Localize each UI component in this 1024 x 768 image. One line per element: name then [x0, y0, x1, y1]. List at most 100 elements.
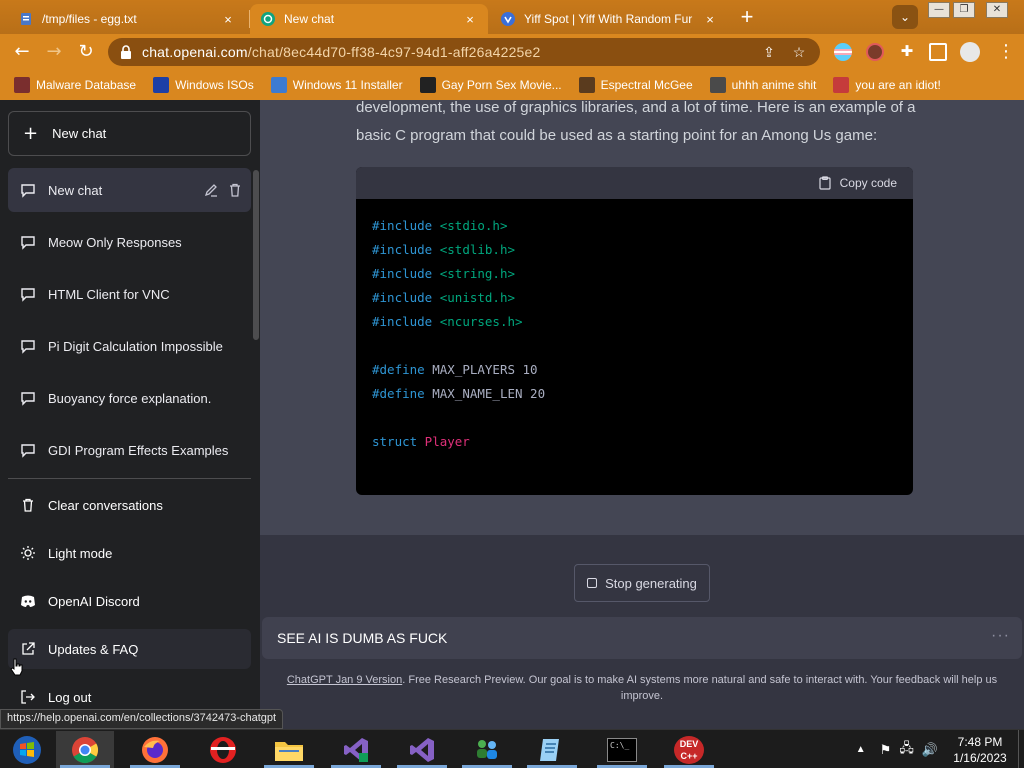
delete-trash-icon[interactable] — [227, 182, 243, 198]
volume-icon[interactable]: 🔊 — [922, 742, 938, 758]
code-line: #define MAX_PLAYERS 10 — [372, 358, 897, 382]
profile-avatar-icon[interactable] — [960, 42, 980, 62]
firefox-app[interactable] — [126, 731, 184, 768]
back-arrow-icon[interactable]: ← — [10, 40, 34, 64]
tab-search-button[interactable]: ⌄ — [892, 5, 918, 29]
light-mode-button[interactable]: Light mode — [8, 533, 251, 573]
bookmark-malware-database[interactable]: Malware Database — [14, 77, 136, 93]
code-token: #include — [372, 218, 433, 233]
show-desktop-button[interactable] — [1018, 730, 1024, 768]
logout-icon — [21, 690, 35, 704]
code-token: <stdlib.h> — [432, 242, 516, 257]
reload-icon[interactable]: ↻ — [74, 40, 98, 64]
new-chat-label: New chat — [52, 126, 107, 141]
minimize-button[interactable]: — — [928, 2, 950, 18]
clear-conversations-button[interactable]: Clear conversations — [8, 485, 251, 525]
bookmark-you-are-an-idiot[interactable]: you are an idiot! — [833, 77, 941, 93]
tab-title: /tmp/files - egg.txt — [42, 12, 137, 26]
conversation-item[interactable]: GDI Program Effects Examples — [8, 428, 251, 472]
notepad-app[interactable] — [523, 731, 581, 768]
version-link[interactable]: ChatGPT Jan 9 Version — [287, 674, 402, 686]
firefox-icon — [142, 736, 168, 763]
kebab-menu-icon[interactable]: ⋮ — [994, 40, 1018, 64]
tab-egg-txt[interactable]: /tmp/files - egg.txt × — [8, 4, 246, 34]
new-chat-button[interactable]: + New chat — [8, 111, 251, 156]
bookmark-favicon-icon — [833, 77, 850, 93]
openai-logo-icon — [261, 12, 275, 26]
openai-discord-link[interactable]: OpenAI Discord — [8, 581, 251, 621]
visual-studio-app[interactable] — [393, 731, 451, 768]
prompt-input[interactable]: SEE AI IS DUMB AS FUCK ··· — [262, 617, 1022, 659]
opera-app[interactable] — [194, 731, 252, 768]
url-path: /chat/8ec44d70-ff38-4c97-94d1-aff26a4225… — [247, 44, 541, 60]
tab-close-icon[interactable]: × — [220, 12, 236, 27]
sidebar-divider — [8, 478, 251, 479]
code-header: Copy code — [356, 167, 913, 199]
conversation-item[interactable]: Pi Digit Calculation Impossible — [8, 324, 251, 368]
visual-studio-preview-app[interactable] — [327, 731, 385, 768]
new-tab-button[interactable]: + — [734, 5, 760, 31]
code-token: #define — [372, 386, 425, 401]
tab-close-icon[interactable]: × — [462, 12, 478, 27]
stop-generating-button[interactable]: Stop generating — [574, 564, 710, 602]
stop-square-icon — [587, 578, 598, 588]
bookmark-star-icon[interactable]: ☆ — [790, 44, 808, 61]
flag-icon[interactable]: ⚑ — [880, 742, 892, 758]
clock[interactable]: 7:48 PM 1/16/2023 — [942, 734, 1018, 766]
sidepanel-icon[interactable] — [929, 43, 947, 61]
url-text: chat.openai.com/chat/8ec44d70-ff38-4c97-… — [142, 44, 748, 60]
folder-icon — [275, 741, 303, 761]
code-token: #include — [372, 290, 433, 305]
updates-faq-link[interactable]: Updates & FAQ — [8, 629, 251, 669]
trans-flag-extension-icon[interactable] — [834, 43, 852, 61]
menu-label: Updates & FAQ — [48, 641, 139, 657]
code-token: <unistd.h> — [432, 290, 516, 305]
conversation-item[interactable]: HTML Client for VNC — [8, 272, 251, 316]
copy-code-button[interactable]: Copy code — [818, 176, 897, 190]
puzzle-extensions-icon[interactable]: ✚ — [898, 43, 916, 61]
conversation-item[interactable]: New chat — [8, 168, 251, 212]
clock-time: 7:48 PM — [957, 734, 1003, 749]
file-explorer-app[interactable] — [260, 731, 318, 768]
maximize-button[interactable]: ❐ — [953, 2, 975, 18]
code-line: #include <stdio.h> — [372, 214, 897, 238]
bookmark-favicon-icon — [270, 77, 287, 93]
tab-yiff-spot[interactable]: Yiff Spot | Yiff With Random Fur × — [490, 4, 728, 34]
chrome-app[interactable] — [56, 731, 114, 768]
bookmark-windows-11-installer[interactable]: Windows 11 Installer — [270, 77, 403, 93]
plus-icon: + — [23, 122, 39, 144]
terminal-app[interactable]: C:\_ — [593, 731, 651, 768]
discord-icon — [21, 595, 35, 607]
tab-title: New chat — [284, 12, 335, 26]
tab-close-icon[interactable]: × — [702, 12, 718, 27]
conversation-item[interactable]: Buoyancy force explanation. — [8, 376, 251, 420]
share-icon[interactable]: ⇪ — [760, 44, 778, 61]
network-app[interactable] — [458, 731, 516, 768]
bookmark-site-4[interactable]: Gay Porn Sex Movie... — [419, 77, 562, 93]
code-token: Player — [417, 434, 470, 449]
close-window-button[interactable]: ✕ — [986, 2, 1008, 18]
assistant-message: development, the use of graphics librari… — [356, 100, 916, 150]
conversation-item[interactable]: Meow Only Responses — [8, 220, 251, 264]
stop-generating-label: Stop generating — [605, 575, 697, 591]
bookmark-windows-isos[interactable]: Windows ISOs — [153, 77, 254, 93]
bookmark-espectral-mcgee[interactable]: Espectral McGee — [578, 77, 693, 93]
edit-pencil-icon[interactable] — [203, 182, 219, 198]
code-body: #include <stdio.h> #include <stdlib.h> #in… — [356, 199, 913, 469]
bookmark-label: uhhh anime shit — [731, 78, 817, 92]
devcpp-app[interactable]: DEV C++ — [660, 731, 718, 768]
address-bar[interactable]: chat.openai.com/chat/8ec44d70-ff38-4c97-… — [108, 38, 820, 66]
tab-new-chat[interactable]: New chat × — [250, 4, 488, 34]
sidebar-scrollbar[interactable] — [253, 170, 259, 340]
start-button[interactable] — [0, 731, 54, 768]
avatar-extension-icon[interactable] — [866, 43, 884, 61]
tray-expand-icon[interactable]: ▲ — [856, 744, 866, 755]
forward-arrow-icon[interactable]: → — [42, 40, 66, 64]
network-icon[interactable]: 🖧 — [899, 739, 914, 761]
code-line: #define MAX_NAME_LEN 20 — [372, 382, 897, 406]
code-token: <string.h> — [432, 266, 516, 281]
code-block: Copy code #include <stdio.h> #include <st… — [356, 167, 913, 495]
url-host: chat.openai.com — [142, 44, 248, 60]
bookmark-anime[interactable]: uhhh anime shit — [709, 77, 817, 93]
